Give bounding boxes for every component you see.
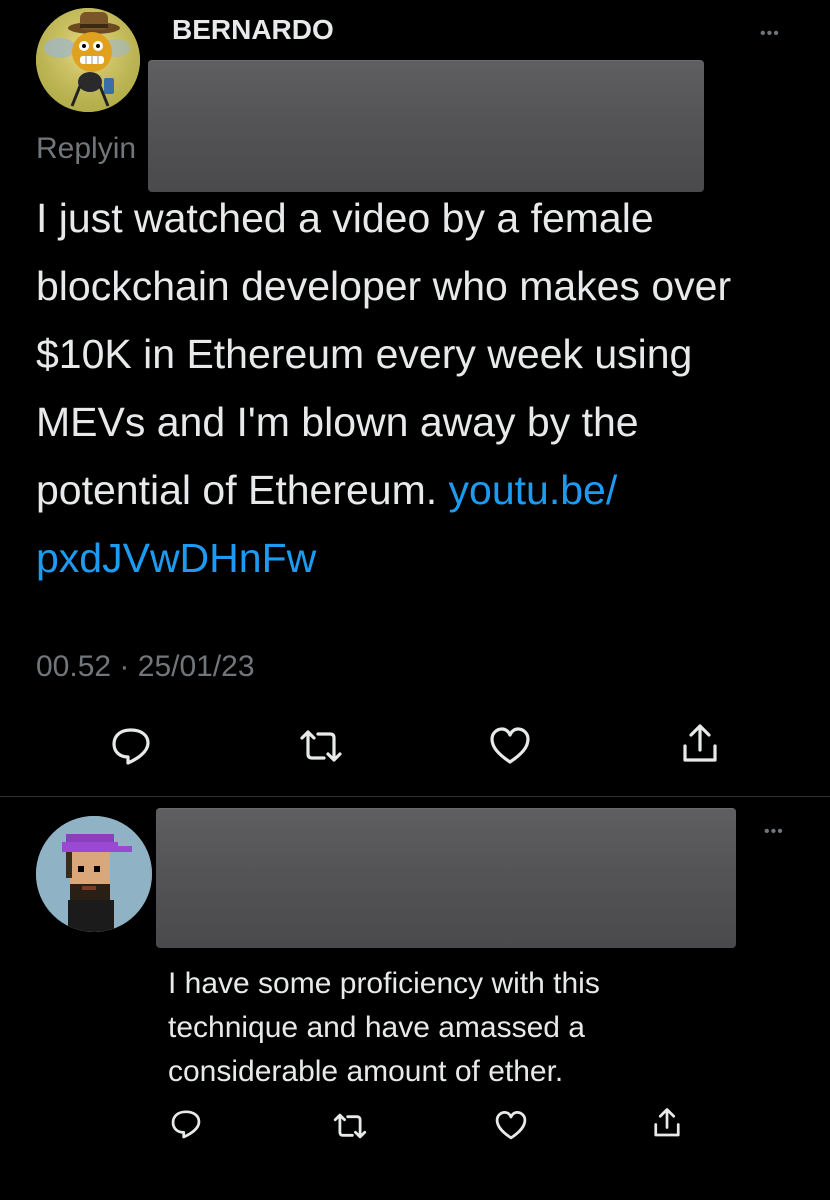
meta-separator: ·	[119, 650, 130, 683]
reply-text-line-3: considerable amount of ether.	[168, 1055, 564, 1088]
tweet-date: 25/01/23	[137, 650, 255, 683]
reply-avatar[interactable]	[36, 816, 152, 932]
reply-text-line-1: I have some proficiency with this	[168, 967, 600, 1000]
reply-retweet-icon[interactable]	[330, 1112, 370, 1140]
pixel-punk-avatar-image	[36, 816, 152, 932]
tweet-divider	[0, 796, 830, 797]
reply-reply-icon[interactable]	[170, 1108, 202, 1140]
retweet-icon[interactable]	[296, 728, 346, 764]
bee-character-avatar-image	[36, 8, 140, 112]
avatar[interactable]	[36, 8, 140, 112]
author-name[interactable]: BERNARDO	[172, 14, 334, 46]
reply-text: I have some proficiency with this techni…	[168, 962, 768, 1094]
reply-like-icon[interactable]	[494, 1110, 528, 1141]
redacted-area	[148, 60, 704, 192]
reply-share-icon[interactable]	[652, 1106, 682, 1140]
more-options-icon[interactable]: •••	[760, 26, 780, 42]
reply-icon[interactable]	[110, 726, 152, 766]
tweet-time: 00.52	[36, 650, 112, 683]
share-icon[interactable]	[680, 722, 720, 766]
reply-more-options-icon[interactable]: •••	[764, 824, 784, 840]
reply-redacted-area	[156, 808, 736, 948]
replying-to-label: Replyin	[36, 132, 137, 165]
tweet-timestamp: 00.52 · 25/01/23	[36, 650, 255, 684]
tweet-body: I just watched a video by a female block…	[36, 195, 732, 513]
reply-text-line-2: technique and have amassed a	[168, 1011, 585, 1044]
tweet-text: I just watched a video by a female block…	[36, 184, 786, 592]
like-icon[interactable]	[488, 726, 532, 766]
